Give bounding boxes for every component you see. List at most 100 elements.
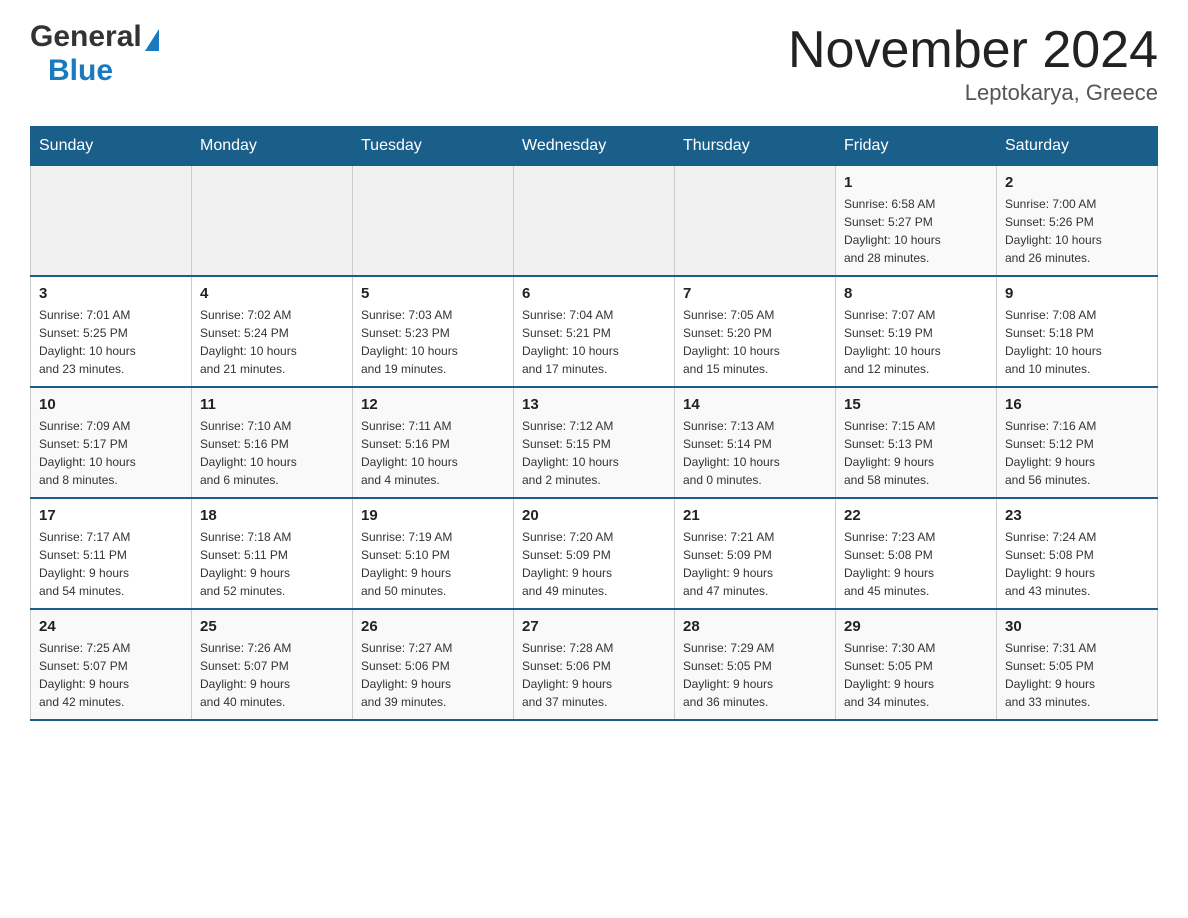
logo-arrow-icon [145,29,159,51]
weekday-header: Saturday [997,127,1158,166]
calendar-cell: 7 Sunrise: 7:05 AMSunset: 5:20 PMDaylight… [675,276,836,387]
day-number: 25 [200,618,344,635]
calendar-table: SundayMondayTuesdayWednesdayThursdayFrid… [30,126,1158,721]
calendar-cell [514,166,675,277]
calendar-cell: 26 Sunrise: 7:27 AMSunset: 5:06 PMDayligh… [353,609,514,720]
calendar-cell: 24 Sunrise: 7:25 AMSunset: 5:07 PMDayligh… [31,609,192,720]
day-info: Sunrise: 7:26 AMSunset: 5:07 PMDaylight:… [200,639,344,711]
day-number: 9 [1005,285,1149,302]
calendar-cell: 27Sunrise: 7:28 AMSunset: 5:06 PMDayligh… [514,609,675,720]
day-number: 11 [200,396,344,413]
day-number: 26 [361,618,505,635]
weekday-header: Monday [192,127,353,166]
calendar-week-row: 3Sunrise: 7:01 AMSunset: 5:25 PMDaylight… [31,276,1158,387]
calendar-cell: 25 Sunrise: 7:26 AMSunset: 5:07 PMDayligh… [192,609,353,720]
day-number: 22 [844,507,988,524]
calendar-cell: 12 Sunrise: 7:11 AMSunset: 5:16 PMDayligh… [353,387,514,498]
logo-general-text: General [30,20,142,54]
calendar-header-row: SundayMondayTuesdayWednesdayThursdayFrid… [31,127,1158,166]
page-header: General Blue November 2024 Leptokarya, G… [30,20,1158,106]
day-info: Sunrise: 7:18 AMSunset: 5:11 PMDaylight:… [200,528,344,600]
calendar-cell: 30 Sunrise: 7:31 AMSunset: 5:05 PMDayligh… [997,609,1158,720]
calendar-cell: 3Sunrise: 7:01 AMSunset: 5:25 PMDaylight… [31,276,192,387]
calendar-cell: 17Sunrise: 7:17 AMSunset: 5:11 PMDayligh… [31,498,192,609]
calendar-cell: 4 Sunrise: 7:02 AMSunset: 5:24 PMDaylight… [192,276,353,387]
day-number: 16 [1005,396,1149,413]
calendar-cell: 2Sunrise: 7:00 AMSunset: 5:26 PMDaylight… [997,166,1158,277]
calendar-cell: 14 Sunrise: 7:13 AMSunset: 5:14 PMDayligh… [675,387,836,498]
day-number: 10 [39,396,183,413]
calendar-cell: 8Sunrise: 7:07 AMSunset: 5:19 PMDaylight… [836,276,997,387]
calendar-cell [192,166,353,277]
day-info: Sunrise: 7:11 AMSunset: 5:16 PMDaylight:… [361,417,505,489]
day-number: 1 [844,174,988,191]
logo-blue-text: Blue [48,54,113,88]
day-number: 4 [200,285,344,302]
day-info: Sunrise: 7:02 AMSunset: 5:24 PMDaylight:… [200,306,344,378]
page-title: November 2024 [788,20,1158,80]
day-info: Sunrise: 7:04 AMSunset: 5:21 PMDaylight:… [522,306,666,378]
day-number: 14 [683,396,827,413]
day-number: 27 [522,618,666,635]
day-number: 30 [1005,618,1149,635]
day-info: Sunrise: 7:15 AMSunset: 5:13 PMDaylight:… [844,417,988,489]
day-number: 15 [844,396,988,413]
day-info: Sunrise: 7:01 AMSunset: 5:25 PMDaylight:… [39,306,183,378]
calendar-cell: 23 Sunrise: 7:24 AMSunset: 5:08 PMDayligh… [997,498,1158,609]
day-number: 21 [683,507,827,524]
day-number: 18 [200,507,344,524]
calendar-week-row: 1 Sunrise: 6:58 AMSunset: 5:27 PMDaylight… [31,166,1158,277]
title-section: November 2024 Leptokarya, Greece [788,20,1158,106]
calendar-cell: 28Sunrise: 7:29 AMSunset: 5:05 PMDayligh… [675,609,836,720]
day-info: Sunrise: 7:07 AMSunset: 5:19 PMDaylight:… [844,306,988,378]
day-info: Sunrise: 7:00 AMSunset: 5:26 PMDaylight:… [1005,195,1149,267]
day-number: 17 [39,507,183,524]
day-info: Sunrise: 7:13 AMSunset: 5:14 PMDaylight:… [683,417,827,489]
day-info: Sunrise: 7:27 AMSunset: 5:06 PMDaylight:… [361,639,505,711]
calendar-week-row: 10 Sunrise: 7:09 AMSunset: 5:17 PMDayligh… [31,387,1158,498]
day-number: 23 [1005,507,1149,524]
logo: General Blue [30,20,159,88]
day-info: Sunrise: 7:25 AMSunset: 5:07 PMDaylight:… [39,639,183,711]
calendar-cell: 20Sunrise: 7:20 AMSunset: 5:09 PMDayligh… [514,498,675,609]
calendar-cell: 11 Sunrise: 7:10 AMSunset: 5:16 PMDayligh… [192,387,353,498]
day-info: Sunrise: 7:05 AMSunset: 5:20 PMDaylight:… [683,306,827,378]
calendar-cell: 1 Sunrise: 6:58 AMSunset: 5:27 PMDaylight… [836,166,997,277]
calendar-cell: 18 Sunrise: 7:18 AMSunset: 5:11 PMDayligh… [192,498,353,609]
day-info: Sunrise: 7:09 AMSunset: 5:17 PMDaylight:… [39,417,183,489]
page-subtitle: Leptokarya, Greece [788,80,1158,106]
day-number: 5 [361,285,505,302]
day-number: 29 [844,618,988,635]
day-number: 13 [522,396,666,413]
day-info: Sunrise: 7:10 AMSunset: 5:16 PMDaylight:… [200,417,344,489]
calendar-cell: 6 Sunrise: 7:04 AMSunset: 5:21 PMDaylight… [514,276,675,387]
weekday-header: Sunday [31,127,192,166]
day-number: 6 [522,285,666,302]
calendar-cell: 15 Sunrise: 7:15 AMSunset: 5:13 PMDayligh… [836,387,997,498]
day-number: 12 [361,396,505,413]
day-info: Sunrise: 7:08 AMSunset: 5:18 PMDaylight:… [1005,306,1149,378]
day-info: Sunrise: 7:03 AMSunset: 5:23 PMDaylight:… [361,306,505,378]
day-number: 24 [39,618,183,635]
day-info: Sunrise: 7:21 AMSunset: 5:09 PMDaylight:… [683,528,827,600]
day-info: Sunrise: 7:24 AMSunset: 5:08 PMDaylight:… [1005,528,1149,600]
weekday-header: Friday [836,127,997,166]
day-info: Sunrise: 7:19 AMSunset: 5:10 PMDaylight:… [361,528,505,600]
calendar-cell: 13 Sunrise: 7:12 AMSunset: 5:15 PMDayligh… [514,387,675,498]
calendar-cell: 19Sunrise: 7:19 AMSunset: 5:10 PMDayligh… [353,498,514,609]
calendar-cell: 10 Sunrise: 7:09 AMSunset: 5:17 PMDayligh… [31,387,192,498]
day-number: 20 [522,507,666,524]
calendar-week-row: 24 Sunrise: 7:25 AMSunset: 5:07 PMDayligh… [31,609,1158,720]
day-info: Sunrise: 6:58 AMSunset: 5:27 PMDaylight:… [844,195,988,267]
weekday-header: Tuesday [353,127,514,166]
day-info: Sunrise: 7:30 AMSunset: 5:05 PMDaylight:… [844,639,988,711]
day-number: 7 [683,285,827,302]
day-info: Sunrise: 7:29 AMSunset: 5:05 PMDaylight:… [683,639,827,711]
day-info: Sunrise: 7:31 AMSunset: 5:05 PMDaylight:… [1005,639,1149,711]
calendar-week-row: 17Sunrise: 7:17 AMSunset: 5:11 PMDayligh… [31,498,1158,609]
calendar-cell: 21 Sunrise: 7:21 AMSunset: 5:09 PMDayligh… [675,498,836,609]
day-info: Sunrise: 7:12 AMSunset: 5:15 PMDaylight:… [522,417,666,489]
day-info: Sunrise: 7:23 AMSunset: 5:08 PMDaylight:… [844,528,988,600]
calendar-cell: 29 Sunrise: 7:30 AMSunset: 5:05 PMDayligh… [836,609,997,720]
calendar-cell: 9 Sunrise: 7:08 AMSunset: 5:18 PMDaylight… [997,276,1158,387]
